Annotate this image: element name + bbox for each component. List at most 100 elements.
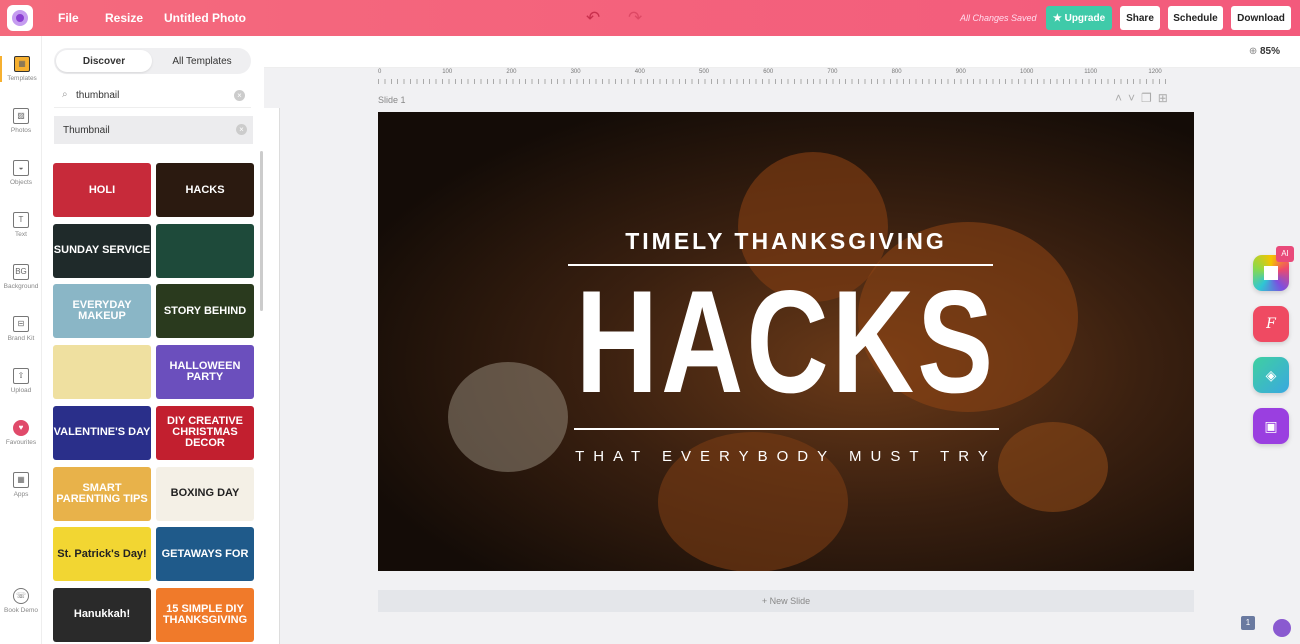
divider-line (574, 428, 999, 430)
zoom-control[interactable]: ⊕ 85% (1249, 46, 1280, 57)
ruler-tick-label: 1100 (1084, 69, 1098, 75)
slide-heading[interactable]: TIMELY THANKSGIVING (378, 228, 1194, 255)
brand-tool[interactable]: ▣ (1253, 408, 1289, 444)
template-thumbnail[interactable]: EVERYDAY MAKEUP (53, 284, 151, 339)
panel-scrollbar[interactable] (260, 151, 263, 311)
template-thumbnail[interactable] (156, 223, 254, 278)
layout-icon: ▣ (1264, 417, 1278, 434)
rail-label: Background (3, 283, 39, 290)
canvas-toolbar: ⊕ 85% (264, 36, 1300, 68)
search-icon: ⌕ (62, 89, 68, 100)
search-input[interactable]: ⌕ thumbnail × (54, 84, 251, 108)
font-tool[interactable]: F (1253, 306, 1289, 342)
zoom-level: 85% (1259, 46, 1280, 57)
rail-label: Apps (13, 491, 29, 498)
rail-item-text[interactable]: T Text (0, 212, 42, 238)
filter-chip[interactable]: Thumbnail × (54, 116, 253, 144)
chat-icon[interactable] (1273, 619, 1291, 637)
slide-title[interactable]: HACKS (468, 262, 1104, 422)
undo-icon[interactable]: ↶ (586, 8, 600, 28)
ruler-tick-label: 1200 (1148, 69, 1162, 75)
ruler-tick-label: 500 (699, 69, 710, 75)
app-logo[interactable] (7, 5, 33, 31)
font-icon: F (1266, 316, 1276, 332)
schedule-button[interactable]: Schedule (1168, 6, 1223, 30)
rail-item-book-demo[interactable]: ☏ Book Demo (0, 588, 42, 614)
favourites-icon: ♥ (13, 420, 29, 436)
move-up-icon[interactable]: ˄ (1115, 91, 1128, 105)
rail-label: Upload (10, 387, 32, 394)
rail-item-upload[interactable]: ⇧ Upload (0, 368, 42, 394)
rail-label: Brand Kit (7, 335, 35, 342)
book-demo-icon: ☏ (13, 588, 29, 604)
template-thumbnail[interactable]: DIY CREATIVE CHRISTMAS DECOR (156, 405, 254, 460)
slide-subtitle[interactable]: THAT EVERYBODY MUST TRY (378, 448, 1194, 465)
new-slide-button[interactable]: + New Slide (378, 590, 1194, 612)
star-icon: ★ (1052, 12, 1065, 24)
share-button[interactable]: Share (1120, 6, 1160, 30)
tab-all-templates[interactable]: All Templates (154, 50, 250, 72)
brand-kit-icon: ⊟ (13, 316, 29, 332)
template-thumbnail[interactable]: GETAWAYS FOR (156, 527, 254, 582)
templates-icon: ▦ (14, 56, 30, 72)
template-thumbnail[interactable]: SMART PARENTING TIPS (53, 466, 151, 521)
add-slide-icon[interactable]: ⊞ (1158, 91, 1174, 105)
horizontal-ruler: 0 100 200 300 400 500 600 700 800 900 1000 1100 1200 (378, 68, 1168, 84)
rail-item-favourites[interactable]: ♥ Favourites (0, 420, 42, 446)
template-thumbnail[interactable]: HALLOWEEN PARTY (156, 345, 254, 400)
rail-label: Favourites (5, 439, 37, 446)
download-button[interactable]: Download (1231, 6, 1291, 30)
ruler-tick-label: 900 (955, 69, 966, 75)
template-thumbnail[interactable]: SUNDAY SERVICE (53, 223, 151, 278)
template-thumbnail[interactable]: HOLI (53, 163, 151, 217)
slide-tools: ˄˅❐⊞ (1115, 91, 1174, 105)
redo-icon[interactable]: ↷ (628, 8, 642, 28)
upload-icon: ⇧ (13, 368, 29, 384)
ruler-tick-label: 200 (506, 69, 517, 75)
ruler-tick-label: 700 (827, 69, 838, 75)
rail-item-background[interactable]: BG Background (0, 264, 42, 290)
vertical-ruler (264, 108, 280, 644)
template-thumbnail[interactable]: 15 SIMPLE DIY THANKSGIVING (156, 587, 254, 642)
panel-tabs: Discover All Templates (54, 48, 251, 74)
template-thumbnail[interactable]: BOXING DAY (156, 466, 254, 521)
ruler-tick-label: 800 (891, 69, 902, 75)
duplicate-icon[interactable]: ❐ (1141, 91, 1158, 105)
background-icon: BG (13, 264, 29, 280)
document-title[interactable]: Untitled Photo (164, 11, 246, 25)
rail-item-apps[interactable]: ▦ Apps (0, 472, 42, 498)
template-thumbnail[interactable]: Hanukkah! (53, 587, 151, 642)
upgrade-button[interactable]: ★ Upgrade (1046, 6, 1112, 30)
top-bar: File Resize Untitled Photo ↶ ↷ All Chang… (0, 0, 1300, 36)
resize-menu[interactable]: Resize (105, 11, 143, 25)
rail-item-photos[interactable]: ▨ Photos (0, 108, 42, 134)
image-icon (1264, 266, 1278, 280)
template-thumbnail[interactable] (53, 345, 151, 400)
chip-label: Thumbnail (63, 124, 110, 136)
template-thumbnail[interactable]: VALENTINE'S DAY (53, 405, 151, 460)
upgrade-label: Upgrade (1064, 12, 1106, 24)
slide-canvas[interactable]: TIMELY THANKSGIVING HACKS THAT EVERYBODY… (378, 112, 1194, 571)
rail-item-templates[interactable]: ▦ Templates (0, 56, 42, 82)
page-number[interactable]: 1 (1241, 616, 1255, 630)
search-value: thumbnail (76, 90, 120, 101)
rail-label: Photos (10, 127, 32, 134)
ruler-tick-label: 600 (763, 69, 774, 75)
ruler-tick-label: 100 (442, 69, 453, 75)
rail-item-objects[interactable]: ◒ Objects (0, 160, 42, 186)
text-icon: T (13, 212, 29, 228)
clear-search-icon[interactable]: × (234, 90, 245, 101)
file-menu[interactable]: File (58, 11, 79, 25)
tab-discover[interactable]: Discover (56, 50, 152, 72)
paint-tool[interactable]: ◈ (1253, 357, 1289, 393)
template-thumbnail[interactable]: St. Patrick's Day! (53, 527, 151, 582)
rail-label: Objects (9, 179, 33, 186)
template-thumbnail[interactable]: STORY BEHIND (156, 284, 254, 339)
rail-item-brand-kit[interactable]: ⊟ Brand Kit (0, 316, 42, 342)
move-down-icon[interactable]: ˅ (1128, 91, 1141, 105)
paint-bucket-icon: ◈ (1265, 366, 1277, 383)
pumpkin-shape (998, 422, 1108, 512)
save-status: All Changes Saved (960, 13, 1037, 23)
template-thumbnail[interactable]: HACKS (156, 163, 254, 217)
remove-chip-icon[interactable]: × (236, 124, 247, 135)
